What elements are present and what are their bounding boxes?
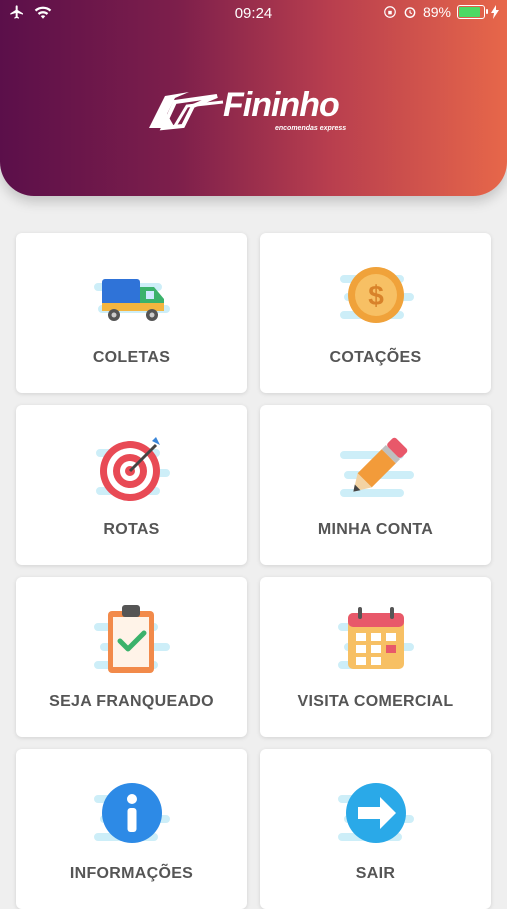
menu-item-coletas[interactable]: COLETAS bbox=[16, 233, 247, 393]
brand-tagline: encomendas express bbox=[275, 125, 347, 132]
charging-icon bbox=[491, 5, 499, 19]
rotation-lock-icon bbox=[384, 6, 396, 18]
menu-item-informacoes[interactable]: INFORMAÇÕES bbox=[16, 749, 247, 909]
brand-logo: Fininho encomendas express bbox=[145, 84, 365, 140]
menu-item-label: VISITA COMERCIAL bbox=[297, 693, 454, 710]
menu-item-label: COTAÇÕES bbox=[329, 349, 422, 366]
calendar-icon bbox=[337, 607, 414, 669]
header-banner: 09:24 89% Fininho encomendas express bbox=[0, 0, 507, 196]
menu-item-label: MINHA CONTA bbox=[317, 521, 434, 538]
exit-arrow-icon bbox=[337, 783, 414, 843]
menu-item-label: ROTAS bbox=[103, 521, 160, 538]
target-icon bbox=[95, 437, 170, 501]
menu-item-seja-franqueado[interactable]: SEJA FRANQUEADO bbox=[16, 577, 247, 737]
wing-logo-icon bbox=[149, 92, 224, 131]
menu-item-rotas[interactable]: ROTAS bbox=[16, 405, 247, 565]
battery-percent: 89% bbox=[422, 4, 451, 20]
svg-text:$: $ bbox=[368, 280, 384, 311]
menu-item-visita-comercial[interactable]: VISITA COMERCIAL bbox=[260, 577, 491, 737]
menu-item-cotacoes[interactable]: $ COTAÇÕES bbox=[260, 233, 491, 393]
truck-icon bbox=[93, 279, 170, 321]
coin-icon: $ bbox=[339, 267, 414, 323]
alarm-icon bbox=[404, 7, 416, 18]
menu-item-label: SAIR bbox=[355, 865, 396, 882]
info-icon bbox=[93, 783, 170, 843]
status-bar: 09:24 89% bbox=[0, 0, 507, 28]
pencil-icon bbox=[339, 437, 414, 497]
brand-name: Fininho bbox=[223, 86, 340, 124]
menu-item-minha-conta[interactable]: MINHA CONTA bbox=[260, 405, 491, 565]
menu-item-label: SEJA FRANQUEADO bbox=[49, 693, 214, 710]
menu-item-sair[interactable]: SAIR bbox=[260, 749, 491, 909]
clipboard-check-icon bbox=[93, 605, 170, 673]
menu-item-label: INFORMAÇÕES bbox=[69, 865, 194, 882]
menu-item-label: COLETAS bbox=[92, 349, 171, 366]
battery-icon bbox=[457, 5, 488, 19]
